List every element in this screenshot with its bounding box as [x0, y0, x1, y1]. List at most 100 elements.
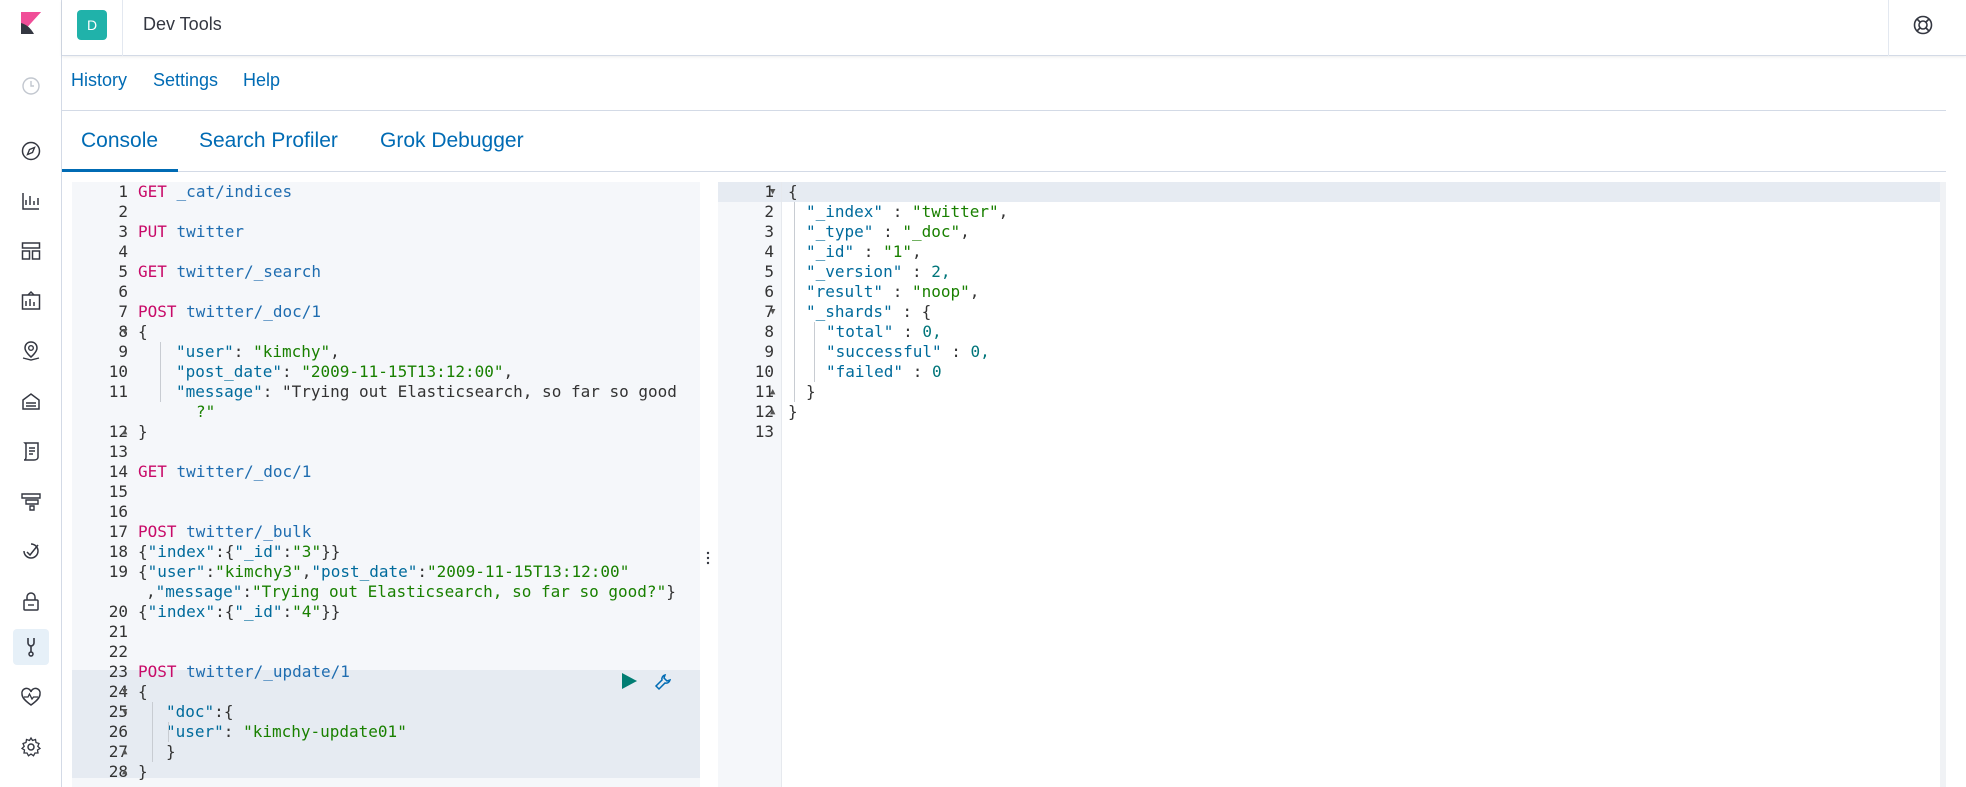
request-editor[interactable]: 1 2 3 4 5 6 7 8 9 10 11 12 13 14 15 16 1… — [72, 182, 700, 787]
dev-tools-icon[interactable] — [13, 629, 49, 665]
code-line: "doc":{ — [166, 702, 234, 721]
infrastructure-icon[interactable] — [18, 388, 44, 414]
response-line: "_index" : "twitter", — [806, 202, 1009, 221]
code-line: } — [138, 762, 148, 781]
recently-viewed-icon[interactable] — [18, 73, 44, 99]
response-line: "successful" : 0, — [826, 342, 990, 361]
dashboard-icon[interactable] — [18, 238, 44, 264]
top-header: D Dev Tools — [62, 0, 1966, 56]
fold-toggle-icon[interactable]: ▼ — [770, 302, 775, 322]
tab-grok-debugger[interactable]: Grok Debugger — [380, 129, 524, 153]
line-number: 13 — [754, 422, 774, 441]
line-number: 9 — [118, 342, 128, 361]
logs-icon[interactable] — [18, 438, 44, 464]
code-line: GET twitter/_search — [138, 262, 322, 281]
line-number: 16 — [108, 502, 128, 521]
line-number: 19 — [108, 562, 128, 581]
side-nav — [0, 0, 62, 787]
line-number: 17 — [108, 522, 128, 541]
header-divider — [122, 0, 123, 56]
monitoring-icon[interactable] — [18, 684, 44, 710]
code-line: "user": "kimchy-update01" — [166, 722, 407, 741]
tab-search-profiler[interactable]: Search Profiler — [199, 129, 338, 153]
response-line: "total" : 0, — [826, 322, 942, 341]
apm-icon[interactable] — [18, 488, 44, 514]
code-line: GET _cat/indices — [138, 182, 293, 201]
line-number: 5 — [118, 262, 128, 281]
line-number: 9 — [764, 342, 774, 361]
line-number: 26 — [108, 722, 128, 741]
help-link[interactable]: Help — [243, 70, 280, 91]
management-icon[interactable] — [18, 734, 44, 760]
code-line: "message": "Trying out Elasticsearch, so… — [176, 382, 677, 401]
line-number: 15 — [108, 482, 128, 501]
fold-toggle-icon[interactable]: ▲ — [770, 382, 775, 402]
line-number: 10 — [754, 362, 774, 381]
fold-toggle-icon[interactable]: ▼ — [122, 702, 127, 722]
code-line: {"user":"kimchy3","post_date":"2009-11-1… — [138, 562, 630, 581]
visualize-icon[interactable] — [18, 188, 44, 214]
line-number: 20 — [108, 602, 128, 621]
panel-resize-handle[interactable] — [706, 550, 710, 566]
response-line: "failed" : 0 — [826, 362, 942, 381]
response-scrollbar[interactable] — [1940, 182, 1946, 787]
code-line: "user": "kimchy", — [176, 342, 340, 361]
uptime-icon[interactable] — [18, 538, 44, 564]
fold-toggle-icon[interactable]: ▲ — [122, 742, 127, 762]
current-line-highlight — [718, 182, 1940, 202]
line-number: 18 — [108, 542, 128, 561]
play-icon[interactable] — [620, 672, 638, 690]
header-divider — [1888, 0, 1889, 56]
response-viewer[interactable]: 1 2 3 4 5 6 7 8 9 10 11 12 13 ▼ ▼ ▲ ▲ { … — [718, 182, 1940, 787]
discover-icon[interactable] — [18, 138, 44, 164]
line-number: 8 — [764, 322, 774, 341]
code-line: POST twitter/_doc/1 — [138, 302, 322, 321]
line-number: 12 — [108, 422, 128, 441]
fold-toggle-icon[interactable]: ▼ — [122, 322, 127, 342]
response-line: "result" : "noop", — [806, 282, 980, 301]
canvas-icon[interactable] — [18, 288, 44, 314]
siem-icon[interactable] — [18, 588, 44, 614]
history-link[interactable]: History — [71, 70, 127, 91]
tabs-bar: Console Search Profiler Grok Debugger — [62, 112, 1946, 172]
fold-toggle-icon[interactable]: ▼ — [122, 682, 127, 702]
code-line: } — [138, 422, 148, 441]
fold-toggle-icon[interactable]: ▲ — [122, 422, 127, 442]
fold-toggle-icon[interactable]: ▲ — [122, 762, 127, 782]
code-line: } — [166, 742, 176, 761]
fold-toggle-icon[interactable]: ▲ — [770, 402, 775, 422]
line-number: 7 — [764, 302, 774, 321]
line-number: 14 — [108, 462, 128, 481]
response-line: } — [788, 402, 798, 421]
help-icon[interactable] — [1912, 14, 1934, 36]
line-number: 11 — [754, 382, 774, 401]
line-number: 23 — [108, 662, 128, 681]
maps-icon[interactable] — [18, 338, 44, 364]
response-line: "_type" : "_doc", — [806, 222, 970, 241]
code-line-wrap: ?" — [196, 402, 216, 421]
line-number: 25 — [108, 702, 128, 721]
line-number: 27 — [108, 742, 128, 761]
line-number: 1 — [764, 182, 774, 201]
code-line: {"index":{"_id":"3"}} — [138, 542, 341, 561]
line-number: 24 — [108, 682, 128, 701]
response-line: } — [806, 382, 816, 401]
response-line: "_id" : "1", — [806, 242, 922, 261]
line-number: 22 — [108, 642, 128, 661]
wrench-icon[interactable] — [653, 672, 673, 692]
line-number: 5 — [764, 262, 774, 281]
line-number: 1 — [118, 182, 128, 201]
fold-toggle-icon[interactable]: ▼ — [770, 182, 775, 202]
tab-console[interactable]: Console — [81, 129, 158, 153]
space-avatar[interactable]: D — [77, 10, 107, 40]
code-line: { — [138, 322, 148, 341]
line-number: 4 — [764, 242, 774, 261]
kibana-logo-icon[interactable] — [17, 10, 45, 38]
line-number: 8 — [118, 322, 128, 341]
response-line: { — [788, 182, 798, 201]
line-number: 6 — [764, 282, 774, 301]
response-line: "_shards" : { — [806, 302, 932, 321]
code-line-wrap: ,"message":"Trying out Elasticsearch, so… — [146, 582, 676, 601]
settings-link[interactable]: Settings — [153, 70, 218, 91]
code-line: POST twitter/_bulk — [138, 522, 312, 541]
